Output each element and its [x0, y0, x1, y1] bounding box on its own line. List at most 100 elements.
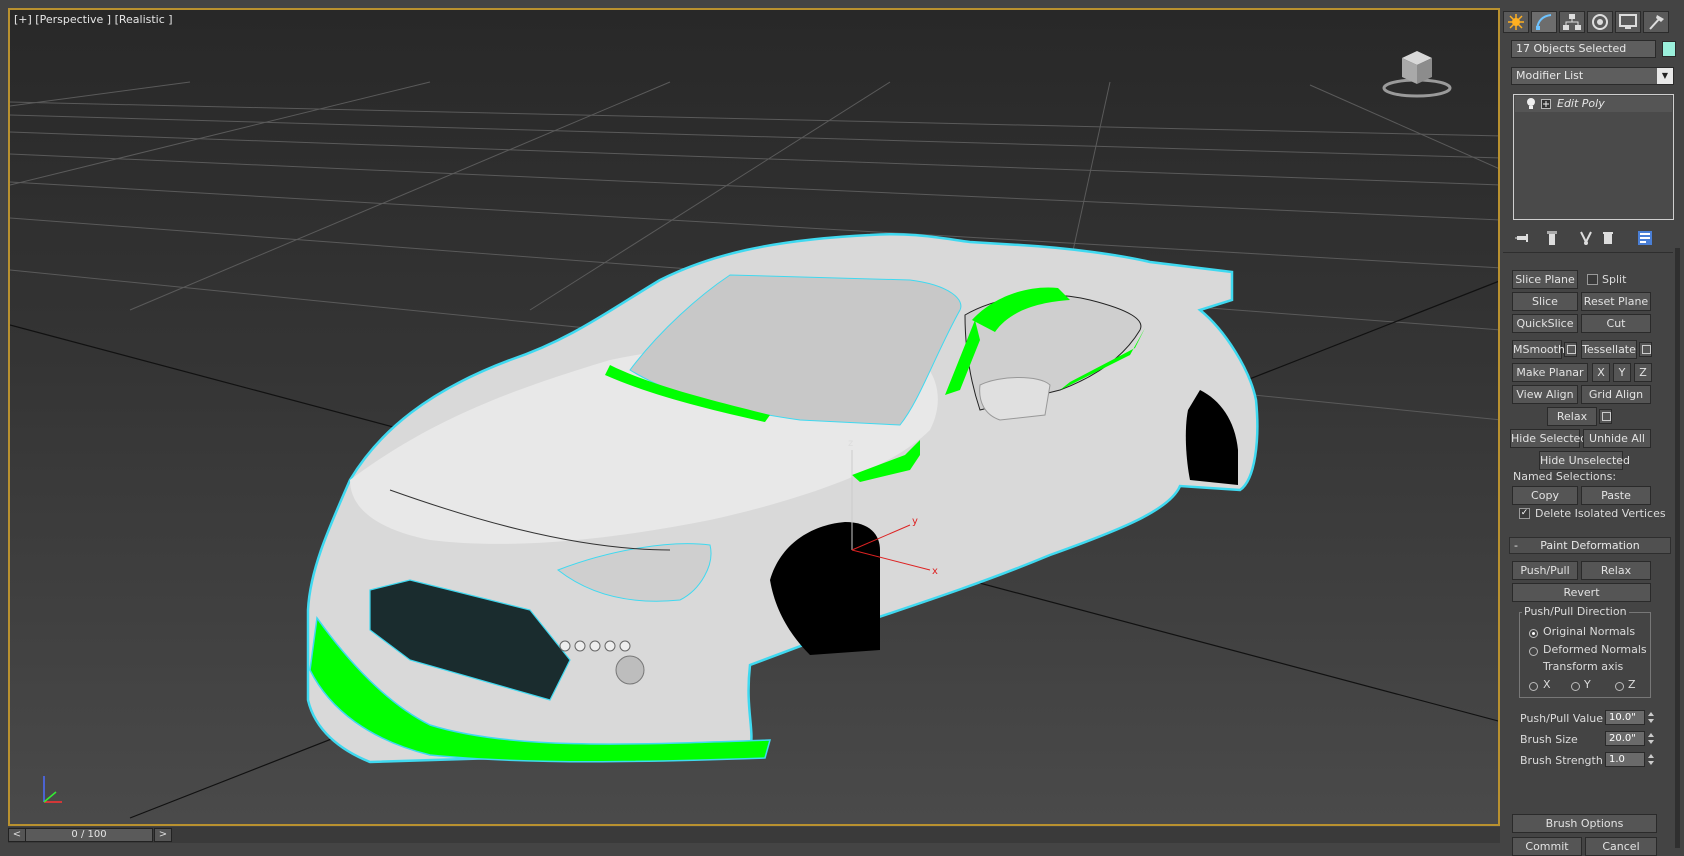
cancel-button[interactable]: Cancel: [1585, 837, 1657, 856]
motion-tab[interactable]: [1587, 11, 1613, 33]
tessellate-button[interactable]: Tessellate: [1581, 340, 1637, 359]
reset-plane-button[interactable]: Reset Plane: [1581, 292, 1651, 311]
configure-modifier-sets-icon[interactable]: [1637, 230, 1653, 246]
modify-tab[interactable]: [1531, 11, 1557, 33]
display-icon: [1619, 14, 1637, 29]
cut-button[interactable]: Cut: [1581, 314, 1651, 333]
brush-strength-arrows[interactable]: [1647, 752, 1655, 767]
msmooth-settings-button[interactable]: [1564, 342, 1577, 357]
hierarchy-icon: [1563, 14, 1581, 30]
paint-relax-button[interactable]: Relax: [1581, 561, 1651, 580]
stack-item-label: Edit Poly: [1557, 97, 1605, 110]
make-unique-icon[interactable]: [1579, 230, 1593, 246]
brush-options-button[interactable]: Brush Options: [1512, 814, 1657, 833]
motion-icon: [1592, 14, 1608, 30]
modifier-stack[interactable]: Edit Poly: [1513, 94, 1674, 220]
car-body-mesh[interactable]: [306, 232, 1259, 764]
paste-button[interactable]: Paste: [1581, 486, 1651, 505]
original-normals-label: Original Normals: [1543, 625, 1636, 638]
object-color-swatch[interactable]: [1662, 41, 1676, 57]
push-pull-button[interactable]: Push/Pull: [1512, 561, 1578, 580]
revert-button[interactable]: Revert: [1512, 583, 1651, 602]
planar-y-button[interactable]: Y: [1613, 363, 1631, 382]
rollout-collapse-icon: -: [1514, 539, 1518, 552]
axis-y-radio[interactable]: [1571, 682, 1580, 691]
axis-x-label: X: [1543, 678, 1551, 691]
create-icon: [1508, 14, 1524, 30]
svg-text:z: z: [848, 438, 853, 449]
pin-stack-icon[interactable]: [1515, 230, 1531, 246]
planar-x-button[interactable]: X: [1592, 363, 1610, 382]
paint-deformation-rollout[interactable]: - Paint Deformation: [1509, 537, 1671, 554]
brush-size-label: Brush Size: [1520, 733, 1578, 746]
brush-strength-spinner[interactable]: 1.0: [1605, 752, 1645, 767]
original-normals-radio[interactable]: [1529, 629, 1538, 638]
object-name-field[interactable]: 17 Objects Selected: [1511, 40, 1656, 58]
lightbulb-icon[interactable]: [1526, 98, 1536, 110]
copy-button[interactable]: Copy: [1512, 486, 1578, 505]
panel-divider: [1503, 252, 1673, 253]
axis-tripod-icon: [43, 776, 62, 803]
quickslice-button[interactable]: QuickSlice: [1512, 314, 1578, 333]
axis-y-label: Y: [1584, 678, 1591, 691]
planar-z-button[interactable]: Z: [1634, 363, 1652, 382]
command-panel-tabs: [1501, 8, 1684, 36]
push-pull-value-spinner[interactable]: 10.0": [1605, 710, 1645, 725]
svg-text:y: y: [912, 516, 918, 527]
delete-isolated-label: Delete Isolated Vertices: [1535, 507, 1666, 520]
modifier-list-label: Modifier List: [1516, 69, 1584, 82]
utilities-tab[interactable]: [1643, 11, 1669, 33]
command-panel: 17 Objects Selected Modifier List ▼ Edit…: [1501, 8, 1684, 856]
hide-unselected-button[interactable]: Hide Unselected: [1539, 451, 1630, 470]
split-label: Split: [1602, 273, 1627, 286]
chevron-down-icon: ▼: [1657, 68, 1673, 84]
utilities-icon: [1649, 15, 1664, 30]
view-align-button[interactable]: View Align: [1512, 385, 1578, 404]
delete-isolated-checkbox[interactable]: ✓: [1519, 508, 1530, 519]
make-planar-button[interactable]: Make Planar: [1512, 363, 1588, 382]
msmooth-button[interactable]: MSmooth: [1512, 340, 1565, 359]
create-tab[interactable]: [1503, 11, 1529, 33]
grid-align-button[interactable]: Grid Align: [1581, 385, 1651, 404]
viewport-label-menu[interactable]: [+] [Perspective ] [Realistic ]: [14, 13, 173, 26]
stack-item-edit-poly[interactable]: Edit Poly: [1515, 96, 1672, 112]
deformed-normals-radio[interactable]: [1529, 647, 1538, 656]
slice-plane-button[interactable]: Slice Plane: [1512, 270, 1578, 289]
named-selections-label: Named Selections:: [1513, 470, 1617, 483]
modify-icon: [1536, 14, 1552, 30]
show-end-result-icon[interactable]: [1545, 230, 1559, 246]
push-pull-direction-title: Push/Pull Direction: [1522, 605, 1629, 618]
brush-size-spinner[interactable]: 20.0": [1605, 731, 1645, 746]
axis-z-label: Z: [1628, 678, 1636, 691]
slice-button[interactable]: Slice: [1512, 292, 1578, 311]
unhide-all-button[interactable]: Unhide All: [1583, 429, 1651, 448]
time-slider[interactable]: 0 / 100: [25, 828, 153, 842]
viewcube-icon[interactable]: [1380, 46, 1454, 102]
axis-x-radio[interactable]: [1529, 682, 1538, 691]
hide-selected-button[interactable]: Hide Selected: [1510, 429, 1587, 448]
push-pull-value-label: Push/Pull Value: [1520, 712, 1604, 725]
push-pull-value-arrows[interactable]: [1647, 710, 1655, 725]
axis-z-radio[interactable]: [1615, 682, 1624, 691]
remove-modifier-icon[interactable]: [1601, 230, 1615, 246]
modifier-list-dropdown[interactable]: Modifier List ▼: [1511, 67, 1674, 85]
brush-size-arrows[interactable]: [1647, 731, 1655, 746]
time-prev-button[interactable]: <: [8, 828, 26, 842]
display-tab[interactable]: [1615, 11, 1641, 33]
transform-axis-label: Transform axis: [1543, 660, 1624, 673]
paint-deformation-title: Paint Deformation: [1540, 539, 1640, 552]
scene-canvas[interactable]: z x y: [10, 10, 1500, 826]
time-next-button[interactable]: >: [154, 828, 172, 842]
deformed-normals-label: Deformed Normals: [1543, 643, 1647, 656]
svg-text:x: x: [932, 566, 938, 577]
expand-plus-icon[interactable]: [1541, 99, 1551, 109]
tessellate-settings-button[interactable]: [1639, 342, 1652, 357]
split-checkbox[interactable]: [1587, 274, 1598, 285]
hierarchy-tab[interactable]: [1559, 11, 1585, 33]
relax-button[interactable]: Relax: [1547, 407, 1597, 426]
time-slider-bar: < 0 / 100 >: [8, 827, 1500, 843]
commit-button[interactable]: Commit: [1512, 837, 1582, 856]
relax-settings-button[interactable]: [1599, 409, 1612, 424]
command-panel-scrollbar[interactable]: [1675, 248, 1680, 848]
perspective-viewport[interactable]: z x y [+] [Perspective ] [Realistic ]: [8, 8, 1500, 826]
